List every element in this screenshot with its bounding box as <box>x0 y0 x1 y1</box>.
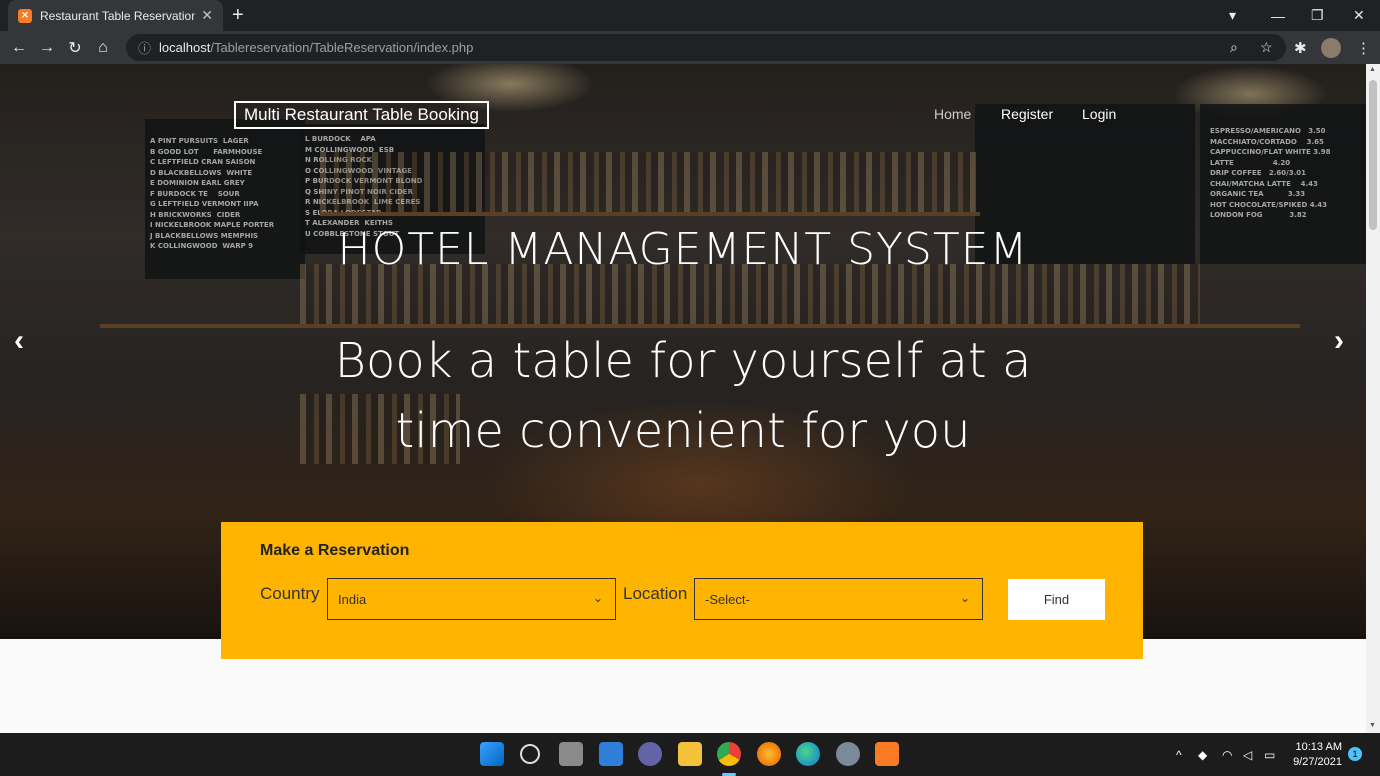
page-scrollbar[interactable]: ▲ ▼ <box>1366 64 1380 733</box>
hero-title: HOTEL MANAGEMENT SYSTEM <box>337 224 1029 275</box>
volume-icon[interactable]: ◁ <box>1243 733 1252 776</box>
reservation-panel: Make a Reservation Country India ⌄ Locat… <box>221 522 1143 659</box>
start-icon[interactable] <box>480 742 504 766</box>
country-label: Country <box>260 584 320 603</box>
zoom-icon[interactable]: ⌕ <box>1230 34 1238 61</box>
nav-home[interactable]: Home <box>934 106 971 122</box>
country-select-value: India <box>338 591 367 607</box>
scrollbar-thumb[interactable] <box>1369 80 1377 230</box>
browser-tab[interactable]: ✕ Restaurant Table Reservation Sys ✕ <box>8 0 223 31</box>
nav-register[interactable]: Register <box>1001 106 1053 122</box>
bookmark-star-icon[interactable]: ☆ <box>1260 34 1273 61</box>
new-tab-icon[interactable]: + <box>232 4 244 27</box>
location-select[interactable]: -Select- ⌄ <box>694 578 983 620</box>
security-shield-icon[interactable]: ◆ <box>1198 733 1207 776</box>
taskbar: ^ ◆ ◠ ◁ ▭ 10:13 AM 9/27/2021 1 <box>0 733 1380 776</box>
url-host: localhost <box>159 40 211 55</box>
maximize-icon[interactable]: ❐ <box>1311 0 1324 31</box>
battery-icon[interactable]: ▭ <box>1264 733 1275 776</box>
file-explorer-icon[interactable] <box>678 742 702 766</box>
site-brand[interactable]: Multi Restaurant Table Booking <box>234 101 489 129</box>
hero-subtitle: Book a table for yourself at a time conv… <box>334 333 1032 459</box>
task-view-icon[interactable] <box>559 742 583 766</box>
chevron-down-icon: ⌄ <box>592 591 603 605</box>
clock-time: 10:13 AM <box>1295 741 1342 753</box>
scroll-up-icon[interactable]: ▲ <box>1369 66 1376 73</box>
widgets-icon[interactable] <box>599 742 623 766</box>
chrome-icon[interactable] <box>717 742 741 766</box>
site-info-icon[interactable]: ⓘ <box>138 38 151 57</box>
clock-date: 9/27/2021 <box>1293 756 1342 768</box>
carousel-next-icon[interactable]: › <box>1334 324 1344 358</box>
close-window-icon[interactable]: ✕ <box>1353 0 1365 31</box>
show-hidden-icons-icon[interactable]: ^ <box>1176 733 1182 776</box>
country-select[interactable]: India ⌄ <box>327 578 616 620</box>
extensions-icon[interactable]: ✱ <box>1294 31 1307 64</box>
reservation-title: Make a Reservation <box>260 542 410 559</box>
url-path: /Tablereservation/TableReservation/index… <box>210 40 474 55</box>
tab-strip: ✕ Restaurant Table Reservation Sys ✕ + ▾… <box>0 0 1380 31</box>
xampp-favicon-icon: ✕ <box>18 8 32 23</box>
menu-icon[interactable]: ⋮ <box>1356 31 1371 64</box>
settings-icon[interactable] <box>836 742 860 766</box>
tab-search-icon[interactable]: ▾ <box>1229 0 1236 31</box>
search-icon[interactable] <box>520 744 540 764</box>
back-icon[interactable]: ← <box>5 39 33 57</box>
forward-icon[interactable]: → <box>33 39 61 57</box>
taskbar-clock[interactable]: 10:13 AM 9/27/2021 <box>1290 740 1342 770</box>
location-select-value: -Select- <box>705 591 750 607</box>
scroll-down-icon[interactable]: ▼ <box>1369 722 1376 729</box>
address-bar[interactable]: ⓘ localhost /Tablereservation/TableReser… <box>126 34 1286 61</box>
profile-avatar[interactable] <box>1321 31 1341 64</box>
wifi-icon[interactable]: ◠ <box>1222 733 1232 776</box>
web-page: A PINT PURSUITS LAGER B GOOD LOT FARMHOU… <box>0 64 1366 733</box>
reload-icon[interactable]: ↻ <box>61 38 89 58</box>
home-icon[interactable]: ⌂ <box>89 39 117 57</box>
minimize-icon[interactable]: — <box>1271 0 1285 31</box>
location-label: Location <box>623 584 688 603</box>
tab-title: Restaurant Table Reservation Sys <box>40 8 196 23</box>
find-button[interactable]: Find <box>1008 579 1105 620</box>
nav-login[interactable]: Login <box>1082 106 1116 122</box>
chevron-down-icon: ⌄ <box>959 591 970 605</box>
firefox-icon[interactable] <box>757 742 781 766</box>
notification-badge[interactable]: 1 <box>1348 747 1362 761</box>
tab-close-icon[interactable]: ✕ <box>201 7 213 24</box>
browser-toolbar: ← → ↻ ⌂ ⓘ localhost /Tablereservation/Ta… <box>0 31 1380 64</box>
xampp-icon[interactable] <box>875 742 899 766</box>
teams-chat-icon[interactable] <box>638 742 662 766</box>
edge-icon[interactable] <box>796 742 820 766</box>
carousel-prev-icon[interactable]: ‹ <box>14 324 24 358</box>
